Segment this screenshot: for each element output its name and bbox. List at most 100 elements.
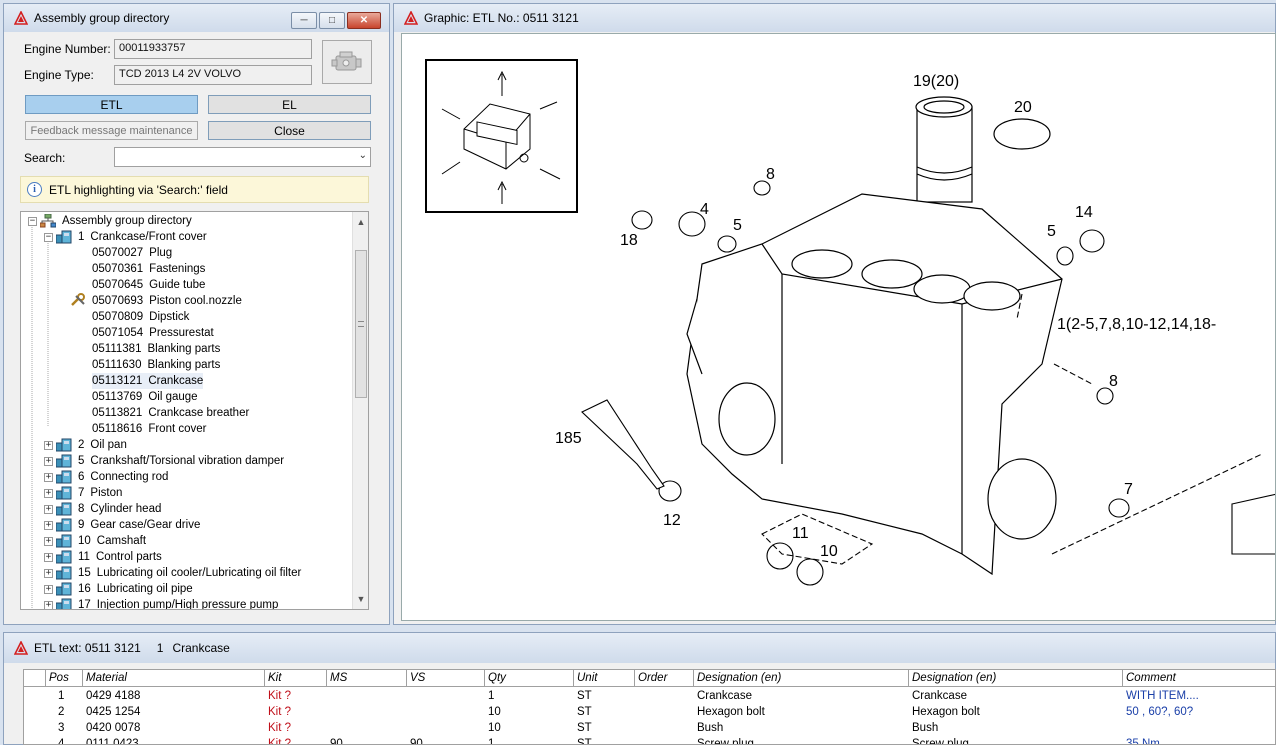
expand-icon[interactable]: +: [44, 536, 53, 546]
engine-number-field[interactable]: 00011933757: [114, 39, 312, 59]
collapse-icon[interactable]: −: [44, 232, 53, 242]
tree-group-item[interactable]: +10 Camshaft: [44, 533, 146, 549]
engine-icon-button[interactable]: [322, 40, 372, 84]
close-button[interactable]: Close: [208, 121, 371, 140]
callout-14[interactable]: 14: [1075, 204, 1093, 221]
info-text: ETL highlighting via 'Search:' field: [49, 182, 228, 197]
search-dropdown[interactable]: ⌄: [114, 147, 371, 167]
tree-part-item[interactable]: 05113769 Oil gauge: [92, 389, 198, 405]
callout-20[interactable]: 20: [1014, 99, 1032, 116]
callout-8b[interactable]: 8: [1109, 373, 1118, 390]
expand-icon[interactable]: +: [44, 552, 53, 562]
engine-type-label: Engine Type:: [24, 68, 94, 82]
tree-group-item[interactable]: +7 Piston: [44, 485, 122, 501]
tree-part-item[interactable]: 05070809 Dipstick: [92, 309, 189, 325]
expand-icon[interactable]: +: [44, 456, 53, 466]
cell-material: 0111 0423: [86, 738, 139, 745]
column-header[interactable]: Designation (en): [694, 670, 909, 687]
tree-group-item[interactable]: +8 Cylinder head: [44, 501, 161, 517]
part-number: 05113121: [92, 375, 143, 387]
table-row[interactable]: 1 0429 4188 Kit ? 1 ST Crankcase Crankcase WITH…: [24, 688, 1275, 704]
table-row[interactable]: 4 0111 0423 Kit ? 90 90 1 ST Screw plug Screw pl…: [24, 736, 1275, 745]
callout-18[interactable]: 18: [620, 232, 638, 249]
tree-part-item[interactable]: 05070027 Plug: [92, 245, 172, 261]
cell-unit: ST: [577, 722, 592, 734]
callout-12[interactable]: 12: [663, 512, 681, 529]
expand-icon[interactable]: +: [44, 440, 53, 450]
engine-type-field[interactable]: TCD 2013 L4 2V VOLVO: [114, 65, 312, 85]
callout-5b[interactable]: 5: [1047, 223, 1056, 240]
tree-part-item[interactable]: 05111630 Blanking parts: [92, 357, 220, 373]
callout-10[interactable]: 10: [820, 543, 838, 560]
tree-group-item[interactable]: +11 Control parts: [44, 549, 162, 565]
minimize-button[interactable]: ─: [291, 12, 317, 29]
callout-7[interactable]: 7: [1124, 481, 1133, 498]
expand-icon[interactable]: +: [44, 584, 53, 594]
cell-comment: WITH ITEM....: [1126, 690, 1199, 702]
table-row[interactable]: 2 0425 1254 Kit ? 10 ST Hexagon bolt Hexagon b…: [24, 704, 1275, 720]
tree-part-item[interactable]: 05118616 Front cover: [92, 421, 206, 437]
callout-11[interactable]: 11: [792, 525, 809, 542]
cell-unit: ST: [577, 706, 592, 718]
collapse-icon[interactable]: −: [28, 216, 37, 226]
column-header[interactable]: Material: [83, 670, 265, 687]
column-header[interactable]: Pos: [46, 670, 83, 687]
tree-group-item[interactable]: +15 Lubricating oil cooler/Lubricating oi…: [44, 565, 301, 581]
tree-part-item[interactable]: 05071054 Pressurestat: [92, 325, 214, 341]
callout-8[interactable]: 8: [766, 166, 775, 183]
table-row[interactable]: 3 0420 0078 Kit ? 10 ST Bush Bush: [24, 720, 1275, 736]
chevron-down-icon[interactable]: ⌄: [359, 150, 367, 161]
expand-icon[interactable]: +: [44, 520, 53, 530]
tree-part-item[interactable]: 05070645 Guide tube: [92, 277, 205, 293]
column-header[interactable]: Qty: [485, 670, 574, 687]
group-label: Injection pump/High pressure pump: [96, 599, 279, 610]
column-header[interactable]: MS: [327, 670, 407, 687]
column-header[interactable]: Order: [635, 670, 694, 687]
tree-root[interactable]: − Assembly group directory: [28, 213, 192, 229]
el-button[interactable]: EL: [208, 95, 371, 114]
callout-5[interactable]: 5: [733, 217, 742, 234]
group-number: 6: [78, 471, 85, 483]
maximize-button[interactable]: □: [319, 12, 345, 29]
tree-scrollbar[interactable]: ▲ ▼: [352, 212, 368, 609]
column-header[interactable]: Unit: [574, 670, 635, 687]
tree-group-item[interactable]: +17 Injection pump/High pressure pump: [44, 597, 279, 610]
tree-group-item[interactable]: +16 Lubricating oil pipe: [44, 581, 193, 597]
callout-4[interactable]: 4: [700, 201, 709, 218]
parts-drawing[interactable]: 19(20) 20 8 4 5 18 5 14 1(2-5,7,8,10-12,…: [401, 33, 1276, 621]
expand-icon[interactable]: +: [44, 600, 53, 609]
scroll-down-icon[interactable]: ▼: [353, 591, 368, 607]
column-header[interactable]: Kit: [265, 670, 327, 687]
tree-group-item[interactable]: +6 Connecting rod: [44, 469, 168, 485]
callout-1[interactable]: 1(2-5,7,8,10-12,14,18-: [1057, 316, 1216, 333]
part-label: Blanking parts: [147, 359, 221, 371]
tree-group-item[interactable]: +2 Oil pan: [44, 437, 127, 453]
expand-icon[interactable]: +: [44, 568, 53, 578]
tree-part-item[interactable]: 05111381 Blanking parts: [92, 341, 220, 357]
tree-part-item[interactable]: 05070361 Fastenings: [92, 261, 205, 277]
tree-part-item[interactable]: 05070693 Piston cool.nozzle: [71, 293, 242, 309]
column-header[interactable]: Designation (en): [909, 670, 1123, 687]
expand-icon[interactable]: +: [44, 488, 53, 498]
callout-19-20[interactable]: 19(20): [913, 73, 959, 90]
assembly-group-icon: [56, 502, 72, 516]
column-header[interactable]: Comment: [1123, 670, 1275, 687]
tree-part-item[interactable]: 05113821 Crankcase breather: [92, 405, 249, 421]
tree-group-1[interactable]: − 1 Crankcase/Front cover: [44, 229, 207, 245]
expand-icon[interactable]: +: [44, 472, 53, 482]
tree-part-item[interactable]: 05113121 Crankcase: [92, 373, 204, 389]
crankcase-part[interactable]: [686, 193, 1063, 576]
etl-button[interactable]: ETL: [25, 95, 198, 114]
callout-185[interactable]: 185: [555, 430, 582, 447]
scroll-thumb[interactable]: [355, 250, 367, 398]
tree-group-item[interactable]: +5 Crankshaft/Torsional vibration damper: [44, 453, 284, 469]
group-label: Crankshaft/Torsional vibration damper: [90, 455, 285, 467]
feedback-button[interactable]: Feedback message maintenance: [25, 121, 198, 140]
cell-qty: 1: [488, 690, 495, 702]
column-header[interactable]: VS: [407, 670, 485, 687]
scroll-up-icon[interactable]: ▲: [353, 214, 368, 230]
group-number: 16: [78, 583, 91, 595]
tree-group-item[interactable]: +9 Gear case/Gear drive: [44, 517, 200, 533]
close-window-button[interactable]: ✕: [347, 12, 381, 29]
expand-icon[interactable]: +: [44, 504, 53, 514]
